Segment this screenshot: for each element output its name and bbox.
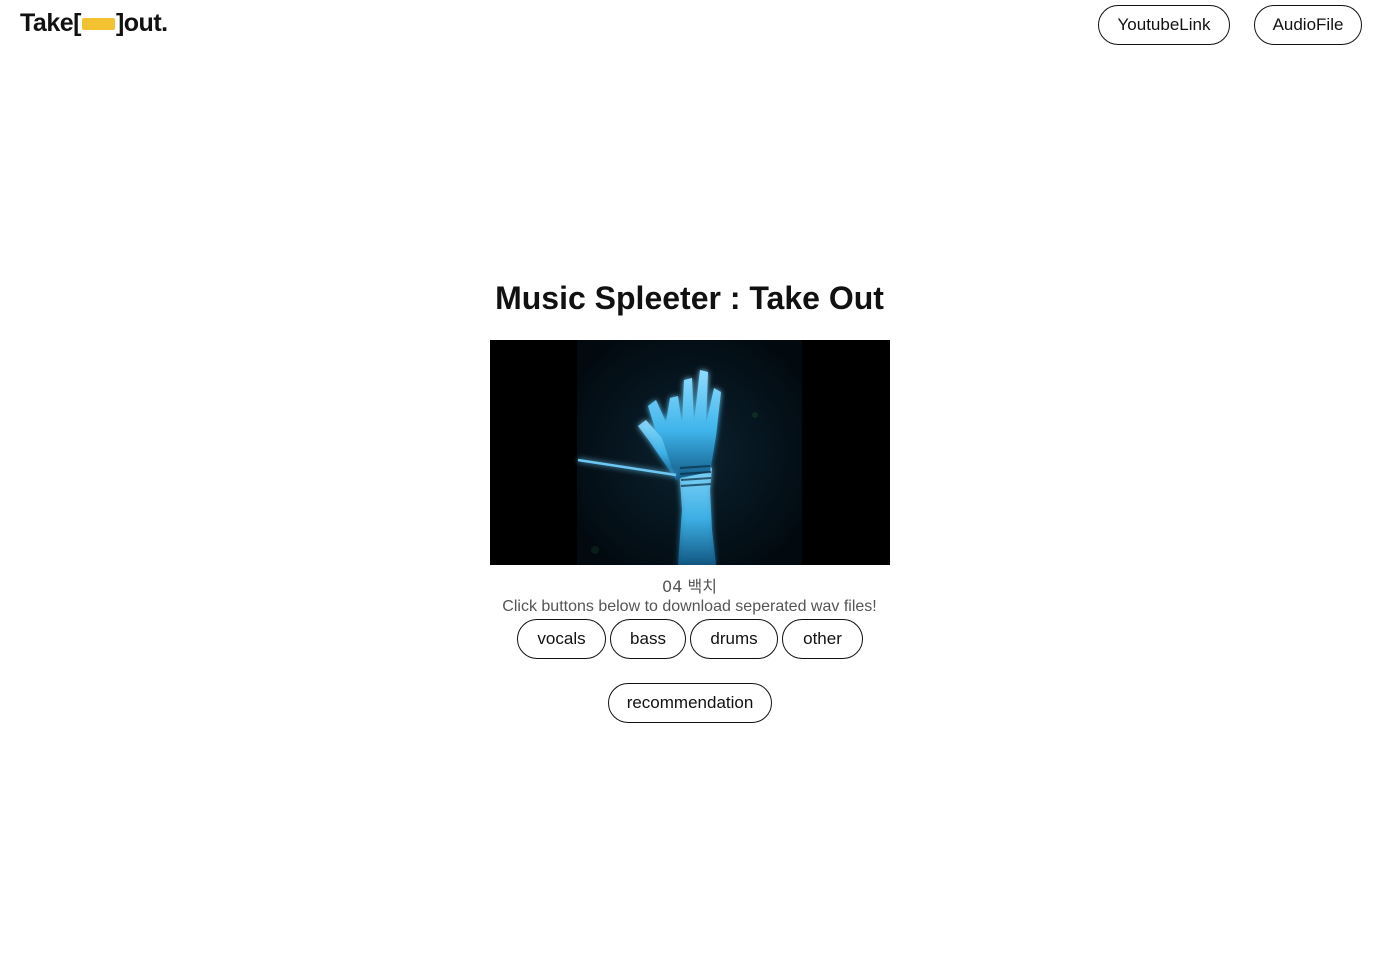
- logo-suffix: ]out.: [115, 8, 168, 37]
- song-title: 04 백치: [662, 577, 717, 596]
- recommendation-button[interactable]: recommendation: [608, 683, 772, 723]
- logo-highlight-box: [81, 18, 115, 30]
- download-vocals-button[interactable]: vocals: [517, 619, 606, 659]
- site-logo[interactable]: Take[ ]out.: [20, 8, 168, 38]
- youtube-link-button[interactable]: YoutubeLink: [1098, 5, 1230, 45]
- logo-prefix: Take[: [20, 8, 81, 37]
- download-other-button[interactable]: other: [782, 619, 863, 659]
- download-bass-button[interactable]: bass: [610, 619, 686, 659]
- album-cover-image: [490, 340, 890, 565]
- page-title: Music Spleeter : Take Out: [495, 280, 884, 316]
- download-drums-button[interactable]: drums: [690, 619, 778, 659]
- page: Take[ ]out. YoutubeLink AudioFile Music S…: [0, 0, 1387, 955]
- audio-file-button[interactable]: AudioFile: [1254, 5, 1362, 45]
- download-instruction: Click buttons below to download seperate…: [502, 598, 877, 615]
- album-cover-art: [490, 340, 890, 565]
